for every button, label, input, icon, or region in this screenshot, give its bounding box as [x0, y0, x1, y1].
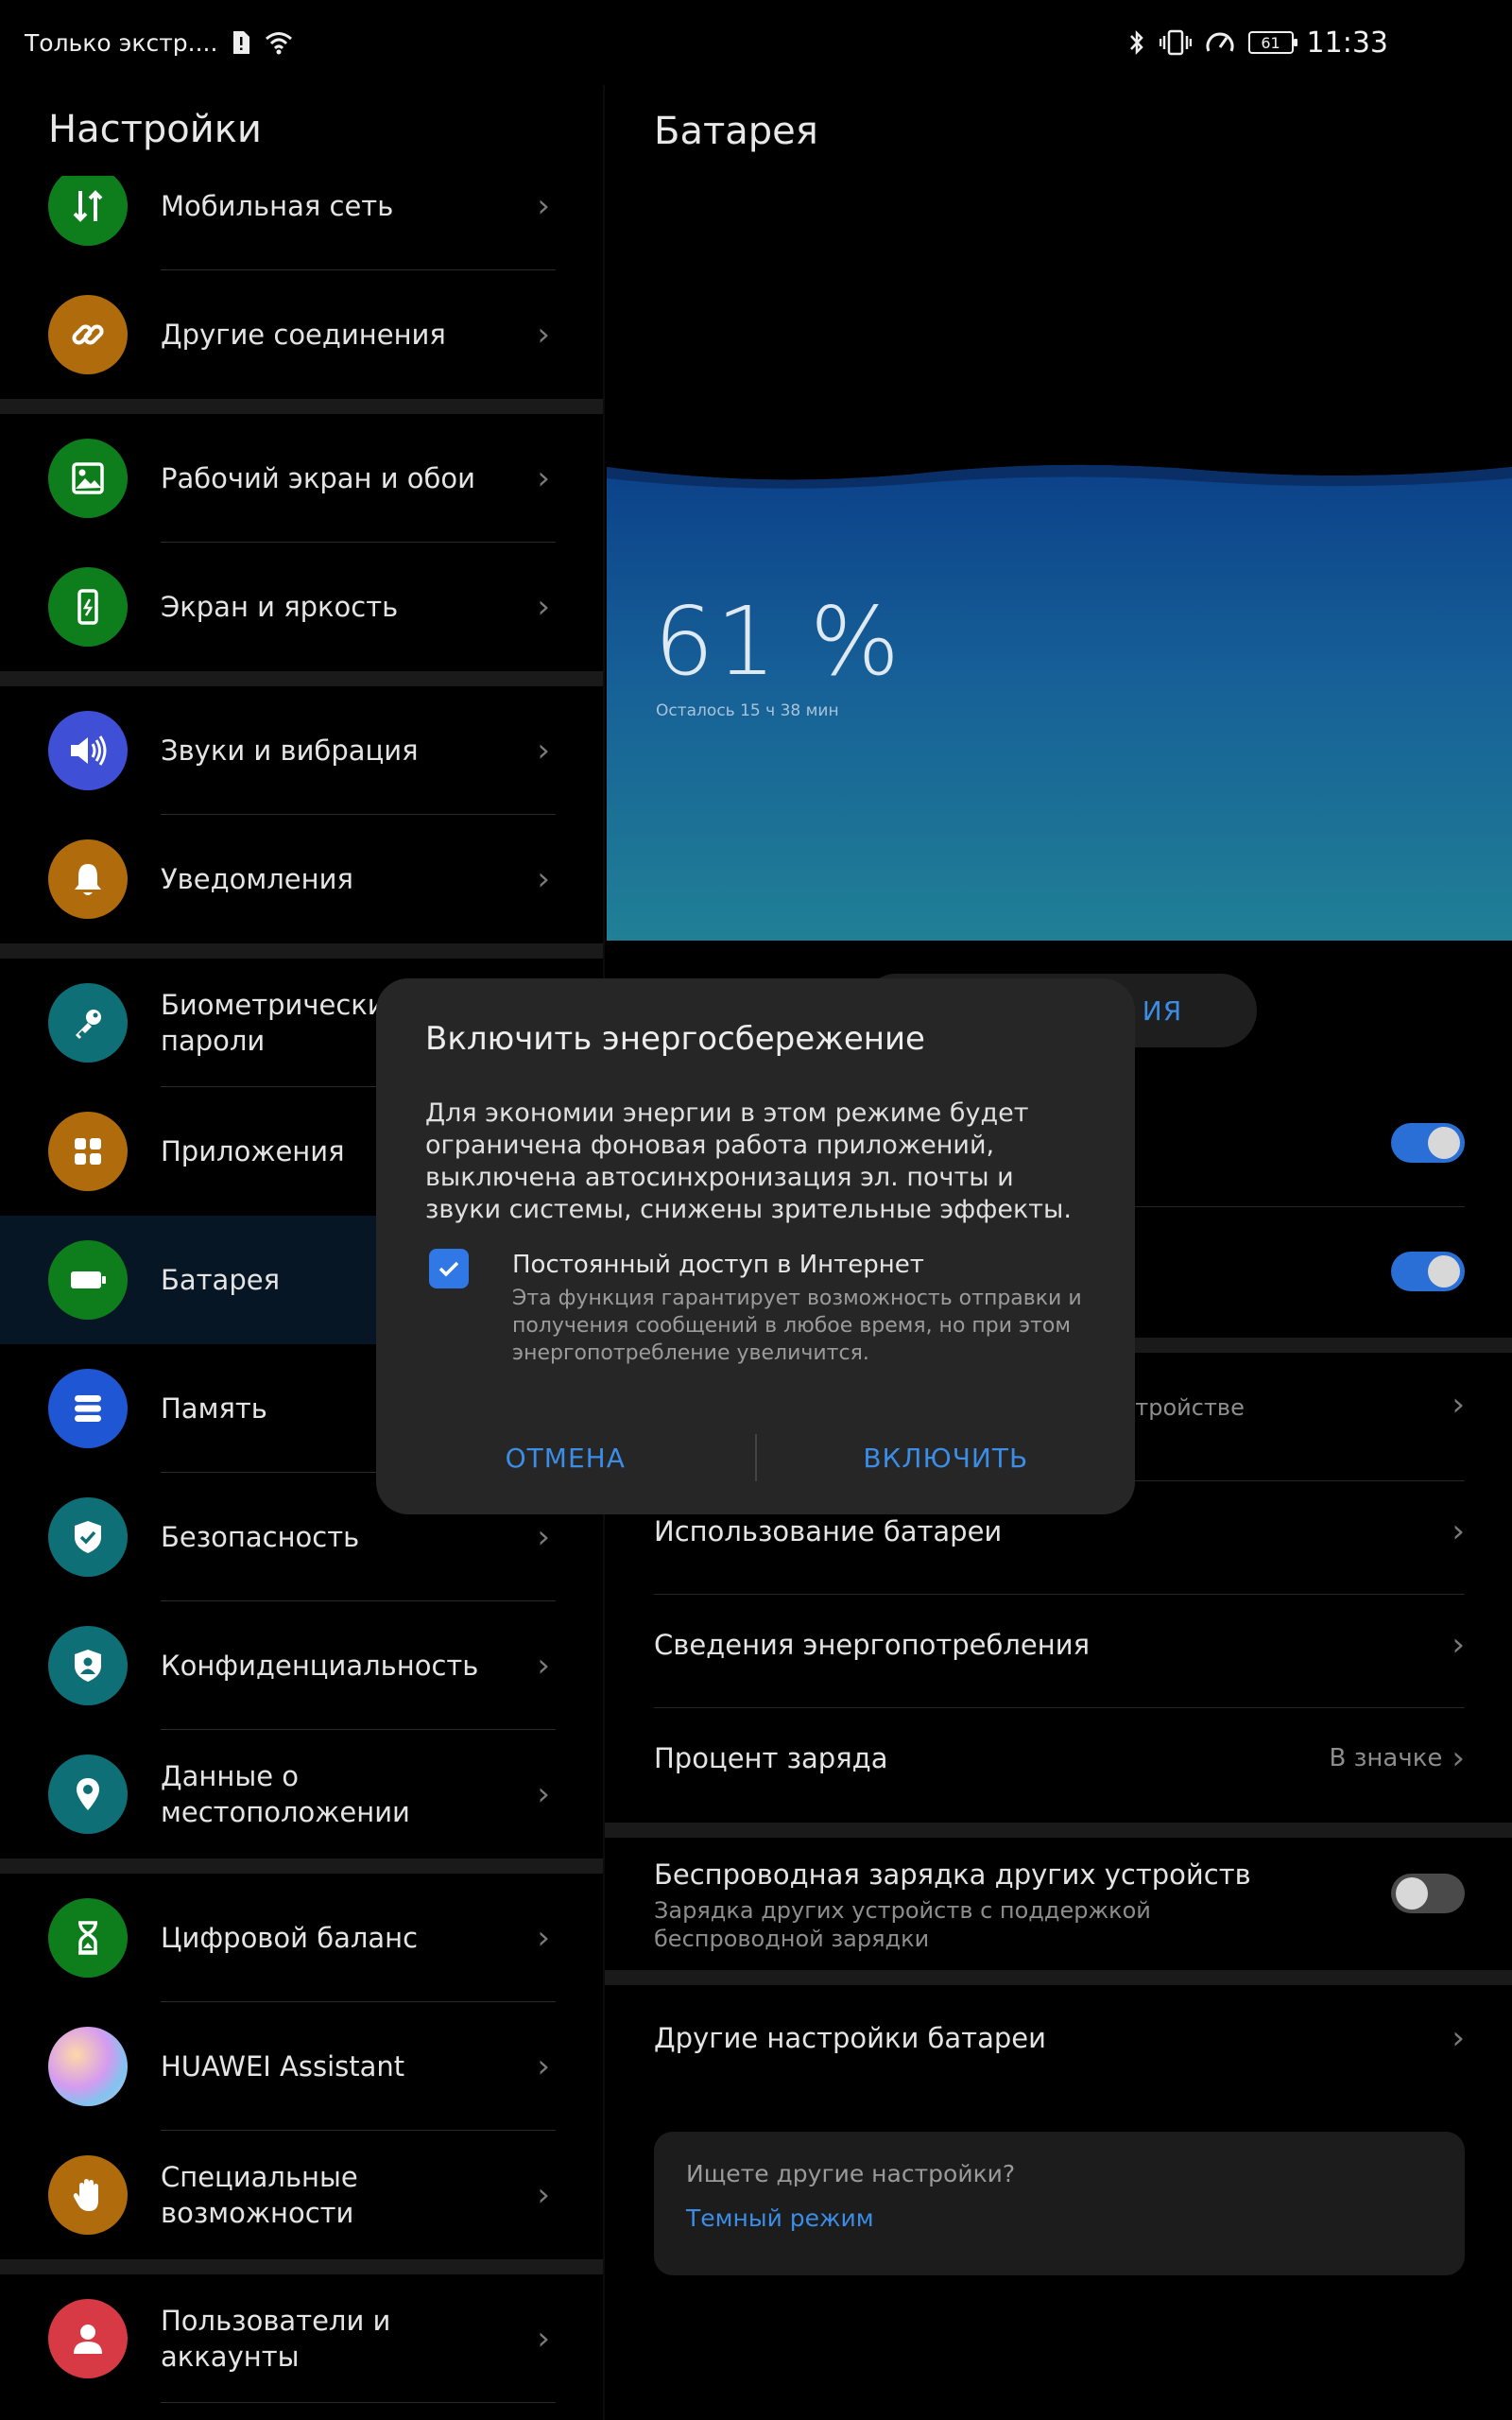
- chevron-right-icon: ›: [1452, 1739, 1465, 1777]
- mobile-data-icon: [48, 176, 128, 246]
- settings-item-privacy[interactable]: Конфиденциальность ›: [0, 1601, 603, 1730]
- settings-item-huawei-assistant[interactable]: HUAWEI Assistant ›: [0, 2002, 603, 2131]
- chevron-right-icon: ›: [537, 1919, 550, 1957]
- clock: 11:33: [1306, 26, 1388, 60]
- wireless-charging-toggle[interactable]: [1391, 1874, 1465, 1913]
- key-icon: [48, 983, 128, 1063]
- chevron-right-icon: ›: [537, 860, 550, 898]
- chevron-right-icon: ›: [537, 459, 550, 497]
- settings-item-location[interactable]: Данные о местоположении ›: [0, 1730, 603, 1858]
- search-suggestion-card: Ищете другие настройки? Темный режим: [654, 2132, 1465, 2275]
- chevron-right-icon: ›: [537, 588, 550, 626]
- other-battery-settings-row[interactable]: Другие настройки батареи ›: [654, 2019, 1465, 2057]
- settings-item-home-screen[interactable]: Рабочий экран и обои ›: [0, 414, 603, 543]
- battery-level-panel: 61 % Осталось 15 ч 38 мин: [607, 454, 1512, 941]
- chevron-right-icon: ›: [537, 732, 550, 769]
- cancel-button[interactable]: ОТМЕНА: [376, 1443, 755, 1474]
- chevron-right-icon: ›: [537, 1647, 550, 1685]
- power-saving-toggle[interactable]: [1391, 1123, 1465, 1163]
- apps-grid-icon: [48, 1112, 128, 1191]
- chevron-right-icon: ›: [537, 2320, 550, 2358]
- wireless-charging-row[interactable]: Беспроводная зарядка других устройств За…: [654, 1858, 1465, 1953]
- settings-item-mobile-network[interactable]: Мобильная сеть ›: [0, 176, 603, 270]
- shield-check-icon: [48, 1497, 128, 1577]
- dark-mode-link[interactable]: Темный режим: [686, 2204, 1433, 2232]
- vibrate-icon: [1159, 28, 1192, 57]
- hand-icon: [48, 2155, 128, 2235]
- battery-percent: 61 %: [654, 586, 902, 697]
- bell-icon: [48, 839, 128, 919]
- power-saving-dialog: Включить энергосбережение Для экономии э…: [376, 978, 1135, 1514]
- location-pin-icon: [48, 1754, 128, 1834]
- settings-item-users-accounts[interactable]: Пользователи и аккаунты ›: [0, 2274, 603, 2403]
- display-icon: [48, 567, 128, 647]
- battery-usage-row[interactable]: Использование батареи ›: [654, 1512, 1465, 1550]
- settings-item-display[interactable]: Экран и яркость ›: [0, 543, 603, 671]
- chevron-right-icon: ›: [537, 1775, 550, 1813]
- chevron-right-icon: ›: [537, 316, 550, 354]
- settings-item-other-connections[interactable]: Другие соединения ›: [0, 270, 603, 399]
- enable-button[interactable]: ВКЛЮЧИТЬ: [757, 1443, 1136, 1474]
- wave-decoration: [607, 454, 1512, 489]
- chevron-right-icon: ›: [537, 2176, 550, 2214]
- settings-item-notifications[interactable]: Уведомления ›: [0, 815, 603, 943]
- always-online-option[interactable]: Постоянный доступ в Интернет Эта функция…: [425, 1249, 1086, 1367]
- chevron-right-icon: ›: [1452, 1626, 1465, 1664]
- privacy-shield-icon: [48, 1626, 128, 1705]
- battery-icon: [48, 1240, 128, 1320]
- link-icon: [48, 295, 128, 374]
- chevron-right-icon: ›: [1452, 2019, 1465, 2057]
- settings-item-accessibility[interactable]: Специальные возможности ›: [0, 2131, 603, 2259]
- dialog-buttons: ОТМЕНА ВКЛЮЧИТЬ: [376, 1429, 1135, 1486]
- battery-title: Батарея: [654, 110, 818, 153]
- status-text: Только экстр....: [25, 28, 218, 57]
- speedometer-icon: [1205, 28, 1235, 57]
- settings-item-sounds[interactable]: Звуки и вибрация ›: [0, 686, 603, 815]
- speaker-icon: [48, 711, 128, 790]
- storage-icon: [48, 1369, 128, 1448]
- assistant-icon: [48, 2027, 128, 2106]
- dialog-title: Включить энергосбережение: [425, 1020, 925, 1058]
- status-left: Только экстр....: [25, 29, 293, 57]
- chevron-right-icon: ›: [1452, 1512, 1465, 1550]
- ultra-saving-toggle[interactable]: [1391, 1252, 1465, 1291]
- settings-title: Настройки: [48, 108, 262, 151]
- wallpaper-icon: [48, 439, 128, 518]
- settings-item-digital-balance[interactable]: Цифровой баланс ›: [0, 1874, 603, 2002]
- always-online-checkbox[interactable]: [429, 1249, 469, 1288]
- chevron-right-icon: ›: [537, 2048, 550, 2085]
- bluetooth-icon: [1127, 28, 1146, 57]
- power-consumption-row[interactable]: Сведения энергопотребления ›: [654, 1626, 1465, 1664]
- battery-remaining-time: Осталось 15 ч 38 мин: [656, 701, 839, 720]
- hourglass-icon: [48, 1898, 128, 1978]
- status-bar: Только экстр.... 61 11:33: [0, 0, 1512, 85]
- sim-alert-icon: [231, 29, 251, 56]
- chevron-right-icon: ›: [537, 1518, 550, 1556]
- battery-status-icon: 61: [1247, 31, 1297, 54]
- wifi-icon: [265, 30, 293, 55]
- charge-percent-row[interactable]: Процент заряда В значке ›: [654, 1739, 1465, 1777]
- dialog-body: Для экономии энергии в этом режиме будет…: [425, 1098, 1072, 1224]
- checkmark-icon: [438, 1261, 459, 1277]
- status-right: 61 11:33: [1127, 26, 1487, 60]
- user-icon: [48, 2299, 128, 2378]
- chevron-right-icon: ›: [1452, 1386, 1465, 1424]
- chevron-right-icon: ›: [537, 187, 550, 225]
